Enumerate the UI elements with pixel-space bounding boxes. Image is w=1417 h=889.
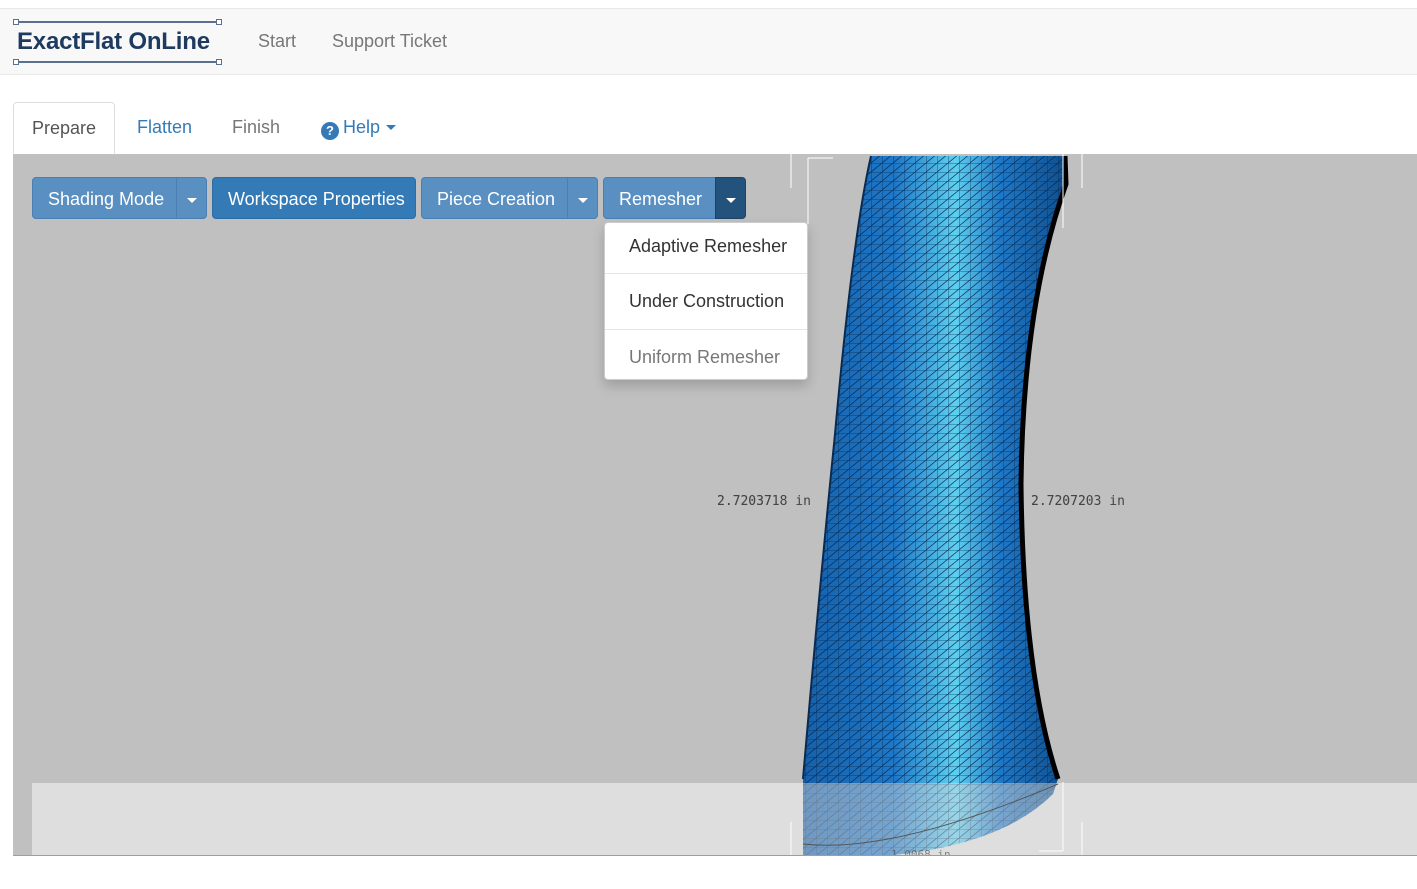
shading-mode-toggle[interactable] [176, 177, 207, 219]
menu-item-under-construction[interactable]: Under Construction [605, 278, 807, 334]
menu-item-adaptive-remesher[interactable]: Adaptive Remesher [605, 223, 807, 279]
menu-item-uniform-remesher[interactable]: Uniform Remesher [605, 334, 807, 390]
nav-link-start[interactable]: Start [258, 31, 296, 52]
menu-divider [605, 329, 807, 330]
brand-logo[interactable]: ExactFlat OnLine [13, 19, 222, 65]
tab-flatten[interactable]: Flatten [118, 102, 211, 154]
tab-prepare[interactable]: Prepare [13, 102, 115, 154]
logo-handle [13, 19, 19, 25]
remesher-button[interactable]: Remesher [603, 177, 716, 219]
shading-mode-button[interactable]: Shading Mode [32, 177, 177, 219]
workspace-properties-button[interactable]: Workspace Properties [212, 177, 416, 219]
help-label: Help [343, 117, 381, 137]
logo-handle [216, 59, 222, 65]
tab-finish[interactable]: Finish [213, 102, 299, 154]
caret-down-icon [386, 125, 397, 130]
dimension-label-right-overlap: 2.72072 [1031, 494, 1086, 509]
piece-creation-button[interactable]: Piece Creation [421, 177, 568, 219]
caret-down-icon [725, 197, 736, 203]
caret-down-icon [577, 197, 588, 203]
caret-down-icon [186, 197, 197, 203]
piece-creation-toggle[interactable] [567, 177, 598, 219]
question-circle-icon: ? [321, 122, 339, 140]
tab-help[interactable]: ? Help [302, 102, 415, 154]
top-navbar: ExactFlat OnLine Start Support Ticket [0, 8, 1417, 75]
menu-divider [605, 273, 807, 274]
remesher-dropdown-menu: Adaptive Remesher Under Construction Uni… [604, 222, 808, 380]
nav-link-support-ticket[interactable]: Support Ticket [332, 31, 447, 52]
3d-viewport[interactable]: Shading Mode Workspace Properties Piece … [13, 154, 1417, 856]
dimension-label-bottom: 1.0068 in [891, 848, 951, 856]
logo-handle [13, 59, 19, 65]
main-tabs: Prepare Flatten Finish ? Help [13, 102, 1417, 154]
brand-name: ExactFlat OnLine [17, 28, 210, 55]
remesher-toggle[interactable] [715, 177, 746, 219]
logo-handle [216, 19, 222, 25]
dimension-label-left-overlap: 2.72037 [717, 494, 772, 509]
